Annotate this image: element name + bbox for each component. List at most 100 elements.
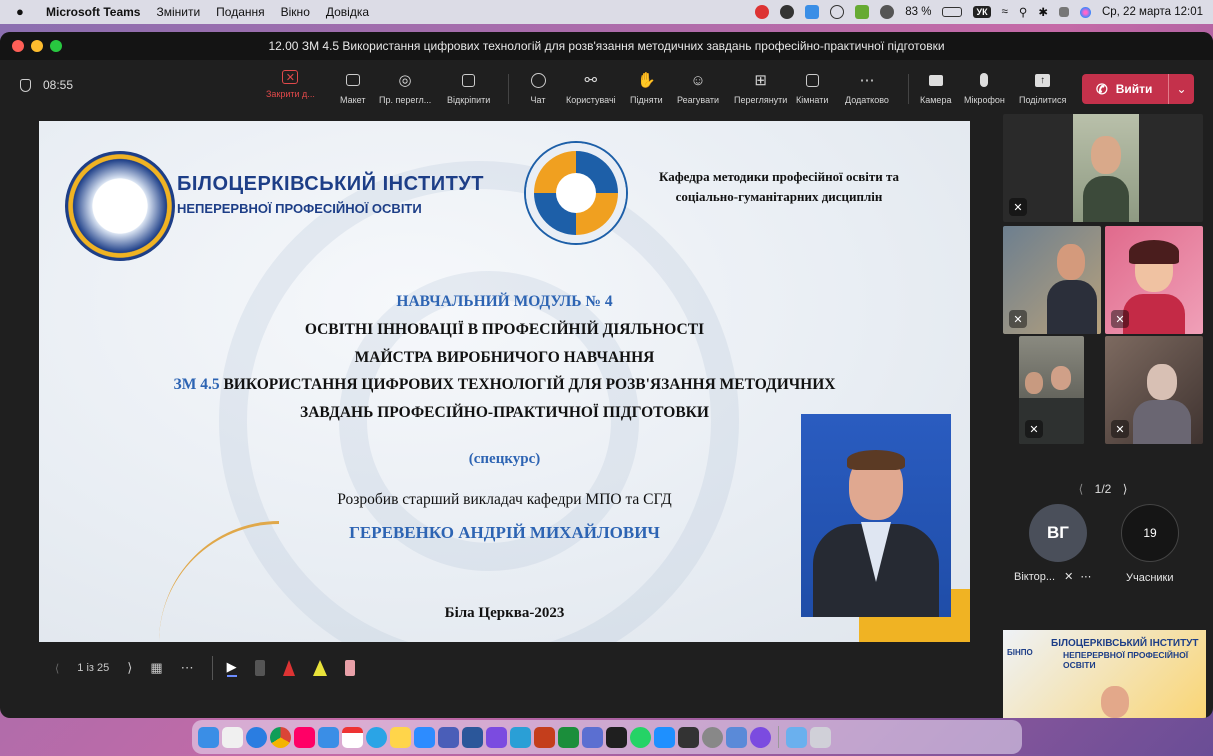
people-button[interactable]: ⚯ Користувачі bbox=[566, 70, 616, 105]
slide-grid-icon[interactable]: ▦ bbox=[150, 660, 162, 676]
chevron-left-icon[interactable]: ⟨ bbox=[1079, 482, 1084, 496]
notes-icon[interactable] bbox=[390, 726, 411, 748]
chevron-down-icon[interactable]: ⌄ bbox=[1168, 74, 1194, 104]
settings-icon[interactable] bbox=[702, 726, 723, 748]
battery-icon[interactable] bbox=[942, 7, 963, 17]
wifi-icon[interactable]: ≈ bbox=[1002, 6, 1008, 18]
status-app-icon[interactable] bbox=[880, 5, 895, 19]
mic-button[interactable]: Мікрофон bbox=[964, 70, 1005, 105]
calendar-icon[interactable] bbox=[342, 726, 363, 748]
highlighter-icon[interactable] bbox=[312, 660, 327, 676]
word-icon[interactable] bbox=[462, 726, 483, 748]
whatsapp-icon[interactable] bbox=[630, 726, 651, 748]
bluetooth-icon[interactable]: ✱ bbox=[1038, 5, 1048, 19]
keyboard-layout-badge[interactable]: УК bbox=[973, 6, 991, 18]
popout-button[interactable]: Відкріпити bbox=[447, 70, 490, 105]
participant-video[interactable]: ✕ bbox=[1003, 226, 1101, 334]
presenter-view-button[interactable]: ◎ Пр. перегл... bbox=[379, 70, 431, 105]
close-window-button[interactable] bbox=[12, 40, 24, 52]
chat-button[interactable]: Чат bbox=[527, 70, 549, 105]
previous-slide-icon[interactable]: ⟨ bbox=[55, 662, 59, 675]
participant-video[interactable]: ✕ bbox=[1105, 336, 1203, 444]
mic-off-icon: ✕ bbox=[1111, 310, 1129, 328]
chevron-right-icon[interactable]: ⟩ bbox=[1123, 482, 1128, 496]
view-button[interactable]: ⊞ Переглянути bbox=[734, 70, 787, 105]
zm-number: ЗМ 4.5 bbox=[173, 376, 220, 393]
calculator-icon[interactable] bbox=[678, 726, 699, 748]
menu-window[interactable]: Вікно bbox=[281, 5, 310, 19]
eraser-icon[interactable] bbox=[254, 660, 265, 676]
viber-icon[interactable] bbox=[750, 726, 771, 748]
participant-name-row: Віктор... ✕ ⋯ bbox=[1014, 570, 1091, 583]
participant-video[interactable]: ✕ bbox=[1003, 114, 1203, 222]
pink-eraser-icon[interactable] bbox=[344, 660, 355, 676]
laser-pointer-icon[interactable]: ▶ bbox=[226, 659, 237, 677]
more-options-icon[interactable]: ⋯ bbox=[181, 660, 194, 676]
siri-icon[interactable] bbox=[1079, 6, 1091, 18]
window-controls bbox=[12, 40, 62, 52]
menu-edit[interactable]: Змінити bbox=[156, 5, 200, 19]
battery-percent: 83 % bbox=[905, 6, 932, 18]
zoom-icon[interactable] bbox=[414, 726, 435, 748]
camera-button[interactable]: Камера bbox=[920, 70, 951, 105]
raise-hand-button[interactable]: ✋ Підняти bbox=[630, 70, 663, 105]
view-label: Переглянути bbox=[734, 95, 788, 105]
status-app-icon[interactable] bbox=[855, 5, 870, 19]
finder-icon[interactable] bbox=[198, 726, 219, 748]
menu-help[interactable]: Довідка bbox=[326, 5, 369, 19]
telegram-icon[interactable] bbox=[366, 726, 387, 748]
menu-app-name[interactable]: Microsoft Teams bbox=[46, 5, 140, 19]
app-store-icon[interactable] bbox=[654, 726, 675, 748]
next-slide-icon[interactable]: ⟩ bbox=[127, 660, 132, 676]
rooms-button[interactable]: Кімнати bbox=[796, 70, 828, 105]
search-icon[interactable]: ⚲ bbox=[1019, 5, 1027, 19]
photos-icon[interactable] bbox=[294, 726, 315, 748]
launchpad-icon[interactable] bbox=[222, 726, 243, 748]
meeting-toolbar: 08:55 ✕ Закрити д... Макет ◎ Пр. перегл.… bbox=[0, 60, 1213, 116]
chrome-icon[interactable] bbox=[270, 726, 291, 748]
viber-icon[interactable] bbox=[486, 726, 507, 748]
red-pen-icon[interactable] bbox=[282, 660, 295, 676]
presenter-video-thumbnail[interactable]: БІНПО БІЛОЦЕРКІВСЬКИЙ ІНСТИТУТ НЕПЕРЕРВН… bbox=[1003, 630, 1206, 718]
powerpoint-icon[interactable] bbox=[534, 726, 555, 748]
app-icon[interactable] bbox=[606, 726, 627, 748]
leave-button[interactable]: ✆ Вийти ⌄ bbox=[1082, 74, 1194, 104]
safari-icon[interactable] bbox=[246, 726, 267, 748]
more-button[interactable]: ⋯ Додатково bbox=[845, 70, 889, 105]
react-button[interactable]: ☺ Реагувати bbox=[677, 70, 719, 106]
mail-icon[interactable] bbox=[318, 726, 339, 748]
author-photo bbox=[801, 414, 951, 617]
mic-off-icon: ✕ bbox=[1064, 571, 1074, 583]
apple-icon[interactable]: ● bbox=[16, 5, 28, 19]
menu-view[interactable]: Подання bbox=[216, 5, 264, 19]
status-app-icon[interactable] bbox=[780, 5, 795, 19]
trash-icon[interactable] bbox=[810, 726, 831, 748]
shield-icon[interactable] bbox=[830, 5, 845, 19]
more-icon[interactable]: ⋯ bbox=[1080, 571, 1091, 583]
app-icon[interactable] bbox=[510, 726, 531, 748]
participant-video[interactable]: ✕ bbox=[1019, 336, 1084, 444]
control-center-icon[interactable] bbox=[1058, 7, 1069, 17]
zoom-window-button[interactable] bbox=[50, 40, 62, 52]
people-label: Користувачі bbox=[566, 95, 616, 105]
app-icon[interactable] bbox=[582, 726, 603, 748]
status-area: 83 % УК ≈ ⚲ ✱ Ср, 22 марта 12:01 bbox=[755, 0, 1203, 24]
status-app-icon[interactable] bbox=[755, 5, 770, 19]
pager-text: 1/2 bbox=[1094, 482, 1112, 496]
stop-sharing-label: Закрити д... bbox=[266, 89, 315, 99]
app-icon[interactable] bbox=[726, 726, 747, 748]
minimize-window-button[interactable] bbox=[31, 40, 43, 52]
participant-video[interactable]: ✕ bbox=[1105, 226, 1203, 334]
teams-icon[interactable] bbox=[438, 726, 459, 748]
participant-avatar[interactable]: ВГ bbox=[1029, 504, 1087, 562]
institute-name-line1: БІЛОЦЕРКІВСЬКИЙ ІНСТИТУТ bbox=[177, 173, 484, 195]
share-button[interactable]: ↑ Поділитися bbox=[1019, 70, 1066, 105]
participant-count[interactable]: 19 bbox=[1121, 504, 1179, 562]
stop-sharing-button[interactable]: ✕ Закрити д... bbox=[266, 70, 315, 99]
downloads-folder-icon[interactable] bbox=[786, 726, 807, 748]
clock[interactable]: Ср, 22 марта 12:01 bbox=[1102, 6, 1203, 18]
layout-button[interactable]: Макет bbox=[340, 70, 365, 105]
app-icon[interactable] bbox=[558, 726, 579, 748]
camera-icon bbox=[925, 70, 947, 90]
status-app-icon[interactable] bbox=[805, 5, 820, 19]
